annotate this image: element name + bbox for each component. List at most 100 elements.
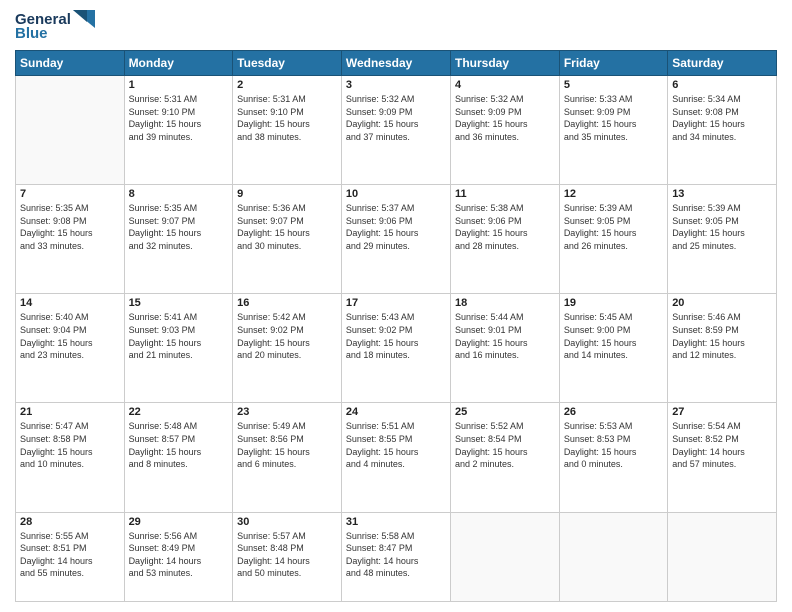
day-cell: 26 Sunrise: 5:53 AM Sunset: 8:53 PM Dayli… [559,403,667,512]
day-info: Sunrise: 5:48 AM Sunset: 8:57 PM Dayligh… [129,420,229,470]
day-info: Sunrise: 5:39 AM Sunset: 9:05 PM Dayligh… [672,202,772,252]
day-number: 28 [20,516,120,528]
day-cell: 25 Sunrise: 5:52 AM Sunset: 8:54 PM Dayli… [450,403,559,512]
day-cell: 27Sunrise: 5:54 AM Sunset: 8:52 PM Dayli… [668,403,777,512]
day-cell: 6 Sunrise: 5:34 AM Sunset: 9:08 PM Daylig… [668,76,777,185]
day-info: Sunrise: 5:55 AM Sunset: 8:51 PM Dayligh… [20,530,120,580]
day-number: 6 [672,79,772,91]
day-number: 4 [455,79,555,91]
day-info: Sunrise: 5:53 AM Sunset: 8:53 PM Dayligh… [564,420,663,470]
day-cell [559,512,667,601]
day-info: Sunrise: 5:33 AM Sunset: 9:09 PM Dayligh… [564,93,663,143]
day-info: Sunrise: 5:31 AM Sunset: 9:10 PM Dayligh… [129,93,229,143]
day-cell [668,512,777,601]
day-number: 2 [237,79,337,91]
day-cell: 15 Sunrise: 5:41 AM Sunset: 9:03 PM Dayli… [124,294,233,403]
day-info: Sunrise: 5:52 AM Sunset: 8:54 PM Dayligh… [455,420,555,470]
day-info: Sunrise: 5:51 AM Sunset: 8:55 PM Dayligh… [346,420,446,470]
day-info: Sunrise: 5:44 AM Sunset: 9:01 PM Dayligh… [455,311,555,361]
day-info: Sunrise: 5:34 AM Sunset: 9:08 PM Dayligh… [672,93,772,143]
page: General Blue SundayMondayTuesdayWednesda… [0,0,792,612]
day-info: Sunrise: 5:49 AM Sunset: 8:56 PM Dayligh… [237,420,337,470]
day-info: Sunrise: 5:38 AM Sunset: 9:06 PM Dayligh… [455,202,555,252]
day-number: 7 [20,188,120,200]
day-info: Sunrise: 5:46 AM Sunset: 8:59 PM Dayligh… [672,311,772,361]
day-number: 26 [564,406,663,418]
logo: General Blue [15,10,95,42]
day-number: 31 [346,516,446,528]
day-number: 1 [129,79,229,91]
day-cell: 24 Sunrise: 5:51 AM Sunset: 8:55 PM Dayli… [341,403,450,512]
day-number: 27 [672,406,772,418]
day-info: Sunrise: 5:40 AM Sunset: 9:04 PM Dayligh… [20,311,120,361]
day-cell [16,76,125,185]
day-cell: 8Sunrise: 5:35 AM Sunset: 9:07 PM Daylig… [124,185,233,294]
day-info: Sunrise: 5:36 AM Sunset: 9:07 PM Dayligh… [237,202,337,252]
day-info: Sunrise: 5:37 AM Sunset: 9:06 PM Dayligh… [346,202,446,252]
day-number: 24 [346,406,446,418]
week-row-2: 7 Sunrise: 5:35 AM Sunset: 9:08 PM Daylig… [16,185,777,294]
day-cell: 19 Sunrise: 5:45 AM Sunset: 9:00 PM Dayli… [559,294,667,403]
day-cell: 2 Sunrise: 5:31 AM Sunset: 9:10 PM Daylig… [233,76,342,185]
day-cell: 5 Sunrise: 5:33 AM Sunset: 9:09 PM Daylig… [559,76,667,185]
day-cell: 23 Sunrise: 5:49 AM Sunset: 8:56 PM Dayli… [233,403,342,512]
day-cell: 1 Sunrise: 5:31 AM Sunset: 9:10 PM Daylig… [124,76,233,185]
week-row-4: 21Sunrise: 5:47 AM Sunset: 8:58 PM Dayli… [16,403,777,512]
day-number: 22 [129,406,229,418]
day-cell: 13 Sunrise: 5:39 AM Sunset: 9:05 PM Dayli… [668,185,777,294]
weekday-header-friday: Friday [559,51,667,76]
day-number: 15 [129,297,229,309]
day-cell: 31 Sunrise: 5:58 AM Sunset: 8:47 PM Dayli… [341,512,450,601]
day-info: Sunrise: 5:32 AM Sunset: 9:09 PM Dayligh… [346,93,446,143]
day-cell: 30 Sunrise: 5:57 AM Sunset: 8:48 PM Dayli… [233,512,342,601]
day-number: 23 [237,406,337,418]
day-cell: 18 Sunrise: 5:44 AM Sunset: 9:01 PM Dayli… [450,294,559,403]
day-info: Sunrise: 5:41 AM Sunset: 9:03 PM Dayligh… [129,311,229,361]
day-number: 11 [455,188,555,200]
weekday-header-tuesday: Tuesday [233,51,342,76]
day-number: 10 [346,188,446,200]
day-number: 14 [20,297,120,309]
day-number: 9 [237,188,337,200]
day-info: Sunrise: 5:31 AM Sunset: 9:10 PM Dayligh… [237,93,337,143]
day-cell [450,512,559,601]
day-cell: 20 Sunrise: 5:46 AM Sunset: 8:59 PM Dayli… [668,294,777,403]
day-cell: 22 Sunrise: 5:48 AM Sunset: 8:57 PM Dayli… [124,403,233,512]
day-cell: 9 Sunrise: 5:36 AM Sunset: 9:07 PM Daylig… [233,185,342,294]
calendar-table: SundayMondayTuesdayWednesdayThursdayFrid… [15,50,777,602]
week-row-1: 1 Sunrise: 5:31 AM Sunset: 9:10 PM Daylig… [16,76,777,185]
day-number: 3 [346,79,446,91]
week-row-3: 14 Sunrise: 5:40 AM Sunset: 9:04 PM Dayli… [16,294,777,403]
weekday-header-row: SundayMondayTuesdayWednesdayThursdayFrid… [16,51,777,76]
day-cell: 12 Sunrise: 5:39 AM Sunset: 9:05 PM Dayli… [559,185,667,294]
header: General Blue [15,10,777,42]
day-cell: 7 Sunrise: 5:35 AM Sunset: 9:08 PM Daylig… [16,185,125,294]
day-number: 13 [672,188,772,200]
day-info: Sunrise: 5:32 AM Sunset: 9:09 PM Dayligh… [455,93,555,143]
day-cell: 10 Sunrise: 5:37 AM Sunset: 9:06 PM Dayli… [341,185,450,294]
week-row-5: 28 Sunrise: 5:55 AM Sunset: 8:51 PM Dayli… [16,512,777,601]
day-cell: 21Sunrise: 5:47 AM Sunset: 8:58 PM Dayli… [16,403,125,512]
weekday-header-sunday: Sunday [16,51,125,76]
day-info: Sunrise: 5:45 AM Sunset: 9:00 PM Dayligh… [564,311,663,361]
day-info: Sunrise: 5:58 AM Sunset: 8:47 PM Dayligh… [346,530,446,580]
day-number: 16 [237,297,337,309]
day-info: Sunrise: 5:35 AM Sunset: 9:08 PM Dayligh… [20,202,120,252]
day-cell: 3 Sunrise: 5:32 AM Sunset: 9:09 PM Daylig… [341,76,450,185]
day-number: 17 [346,297,446,309]
day-number: 30 [237,516,337,528]
day-number: 12 [564,188,663,200]
day-number: 20 [672,297,772,309]
day-cell: 4 Sunrise: 5:32 AM Sunset: 9:09 PM Daylig… [450,76,559,185]
day-number: 5 [564,79,663,91]
day-number: 18 [455,297,555,309]
day-number: 19 [564,297,663,309]
day-info: Sunrise: 5:57 AM Sunset: 8:48 PM Dayligh… [237,530,337,580]
day-info: Sunrise: 5:39 AM Sunset: 9:05 PM Dayligh… [564,202,663,252]
logo-blue-text: Blue [15,25,48,42]
day-info: Sunrise: 5:56 AM Sunset: 8:49 PM Dayligh… [129,530,229,580]
day-info: Sunrise: 5:47 AM Sunset: 8:58 PM Dayligh… [20,420,120,470]
day-info: Sunrise: 5:42 AM Sunset: 9:02 PM Dayligh… [237,311,337,361]
day-number: 25 [455,406,555,418]
day-cell: 16 Sunrise: 5:42 AM Sunset: 9:02 PM Dayli… [233,294,342,403]
